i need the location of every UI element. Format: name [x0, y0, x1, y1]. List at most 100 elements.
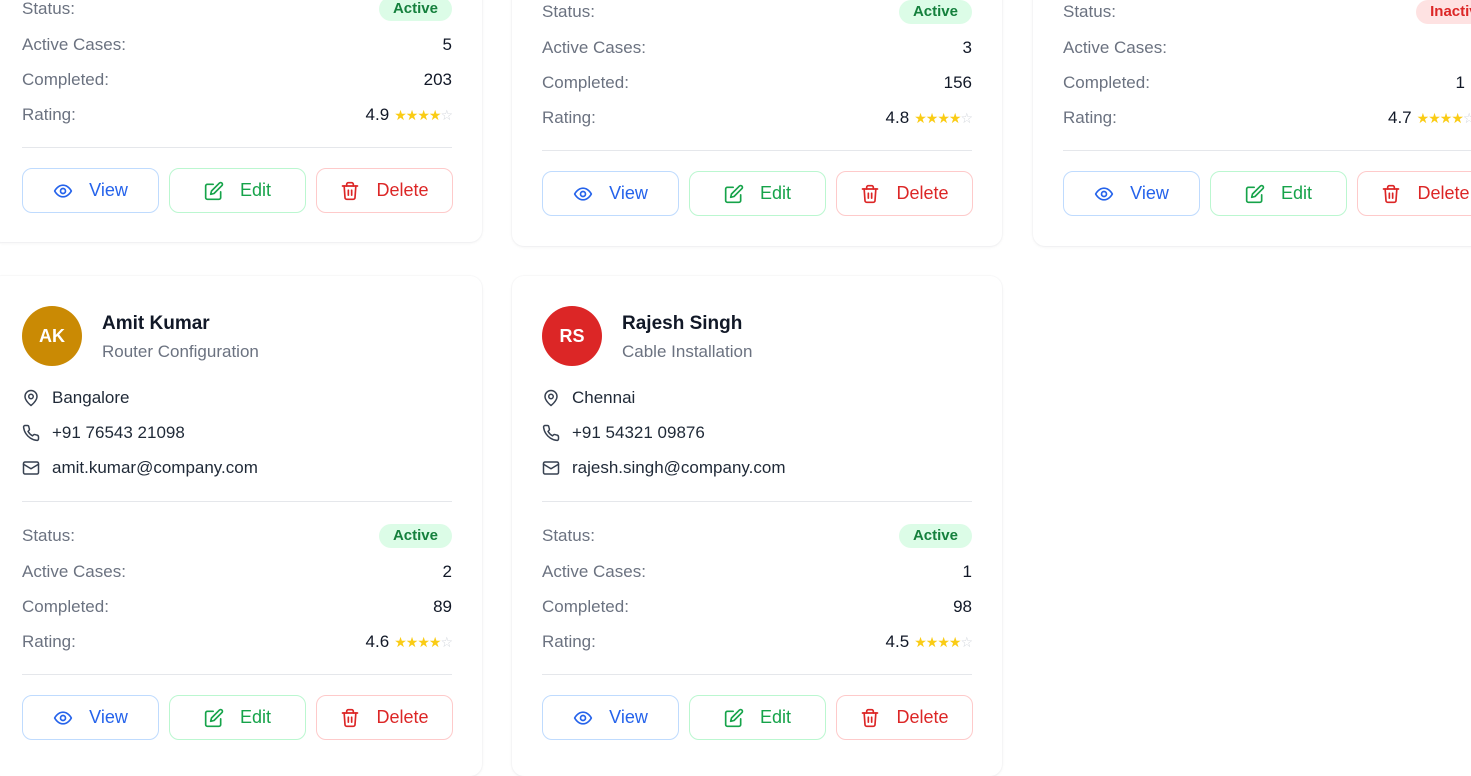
delete-button[interactable]: Delete	[316, 695, 453, 740]
star-icon: ★	[417, 107, 430, 123]
view-button[interactable]: View	[542, 695, 679, 740]
edit-label: Edit	[1280, 183, 1313, 203]
star-icon: ★	[1428, 110, 1441, 126]
completed-value: 1	[1455, 73, 1465, 92]
divider	[22, 147, 452, 148]
technician-specialization: Cable Installation	[622, 342, 753, 361]
star-icon: ★	[925, 110, 939, 126]
active-cases-row: Active Cases: 5	[22, 33, 452, 57]
rating-value-group: 4.5 ★★★★☆	[885, 630, 973, 654]
avatar: AK	[22, 306, 82, 366]
star-icon: ★	[394, 634, 407, 650]
star-icon: ★	[1439, 110, 1453, 126]
divider	[22, 674, 452, 675]
map-pin-icon	[544, 389, 558, 407]
edit-button[interactable]: Edit	[169, 695, 306, 740]
completed-value: 98	[953, 597, 972, 616]
delete-button[interactable]: Delete	[316, 168, 453, 213]
active-cases-value: 5	[442, 35, 452, 54]
view-button[interactable]: View	[1063, 171, 1200, 216]
edit-button[interactable]: Edit	[689, 171, 826, 216]
status-label: Status:	[22, 526, 75, 545]
active-cases-row: Active Cases: 1	[542, 560, 972, 584]
star-icon: ★	[405, 107, 419, 123]
technician-card: RS Rajesh Singh Cable Installation Chenn…	[512, 276, 1002, 776]
edit-icon	[204, 181, 224, 200]
technician-name: Amit Kumar	[102, 313, 210, 334]
rating-value: 4.5	[885, 632, 910, 651]
technician-specialization: Router Configuration	[102, 342, 259, 361]
completed-label: Completed:	[22, 597, 109, 616]
phone-text: +91 54321 09876	[572, 423, 705, 442]
rating-value-group: 4.6 ★★★★☆	[366, 630, 453, 654]
edit-icon	[724, 708, 744, 727]
view-label: View	[89, 707, 128, 727]
status-row: Status: Active	[542, 524, 972, 548]
completed-value: 203	[423, 70, 452, 89]
status-row: Status: Inactive	[1063, 0, 1471, 24]
star-icon: ★	[428, 634, 442, 650]
edit-button[interactable]: Edit	[689, 695, 826, 740]
active-cases-label: Active Cases:	[542, 38, 646, 57]
delete-label: Delete	[896, 707, 949, 727]
map-pin-icon	[24, 389, 38, 407]
view-button[interactable]: View	[22, 695, 159, 740]
view-button[interactable]: View	[542, 171, 679, 216]
status-badge: Active	[378, 0, 452, 21]
active-cases-label: Active Cases:	[1063, 38, 1167, 57]
mail-icon	[22, 461, 40, 475]
completed-value: 156	[943, 73, 972, 92]
trash-icon	[1383, 184, 1400, 203]
star-icon: ☆	[440, 634, 453, 650]
eye-icon	[1094, 186, 1114, 201]
delete-button[interactable]: Delete	[1357, 171, 1471, 216]
status-label: Status:	[542, 526, 595, 545]
rating-stars: ★★★★☆	[394, 634, 453, 650]
mail-icon	[542, 461, 560, 475]
edit-button[interactable]: Edit	[1210, 171, 1347, 216]
location-row: Chennai	[542, 386, 635, 410]
active-cases-label: Active Cases:	[22, 35, 126, 54]
delete-button[interactable]: Delete	[836, 695, 973, 740]
rating-value: 4.7	[1388, 108, 1412, 127]
status-row: Status: Active	[22, 0, 452, 21]
technician-card: Status: Active Active Cases: 3 Completed…	[512, 0, 1002, 246]
rating-label: Rating:	[542, 632, 596, 651]
completed-label: Completed:	[22, 70, 109, 89]
status-badge: Active	[898, 524, 972, 548]
active-cases-row: Active Cases:	[1063, 36, 1471, 60]
star-icon: ★	[394, 107, 407, 123]
completed-label: Completed:	[542, 73, 629, 92]
phone-icon	[542, 424, 560, 442]
rating-value: 4.9	[365, 105, 390, 124]
technician-card: Status: Inactive Active Cases: Completed…	[1033, 0, 1471, 246]
phone-row: +91 54321 09876	[542, 421, 705, 445]
view-label: View	[609, 707, 648, 727]
active-cases-row: Active Cases: 3	[542, 36, 972, 60]
rating-stars: ★★★★☆	[914, 634, 973, 650]
completed-row: Completed: 203	[22, 68, 452, 92]
active-cases-label: Active Cases:	[542, 562, 646, 581]
rating-value-group: 4.9 ★★★★☆	[365, 103, 453, 127]
view-label: View	[1130, 183, 1169, 203]
delete-button[interactable]: Delete	[836, 171, 973, 216]
active-cases-value: 2	[442, 562, 452, 581]
technician-name: Rajesh Singh	[622, 313, 743, 334]
edit-icon	[724, 184, 744, 203]
card-header: RS Rajesh Singh Cable Installation	[542, 306, 1002, 366]
view-label: View	[609, 183, 648, 203]
star-icon: ★	[405, 634, 419, 650]
technician-card: Status: Active Active Cases: 5 Completed…	[0, 0, 482, 242]
phone-row: +91 76543 21098	[22, 421, 185, 445]
rating-value: 4.8	[885, 108, 910, 127]
view-button[interactable]: View	[22, 168, 159, 213]
divider	[542, 674, 972, 675]
edit-button[interactable]: Edit	[169, 168, 306, 213]
location-text: Chennai	[572, 388, 636, 407]
rating-row: Rating: 4.7 ★★★★☆	[1063, 106, 1471, 130]
star-icon: ☆	[1462, 110, 1471, 126]
star-icon: ★	[937, 110, 950, 126]
rating-row: Rating: 4.9 ★★★★☆	[22, 103, 453, 127]
trash-icon	[862, 184, 879, 203]
rating-label: Rating:	[1063, 108, 1117, 127]
